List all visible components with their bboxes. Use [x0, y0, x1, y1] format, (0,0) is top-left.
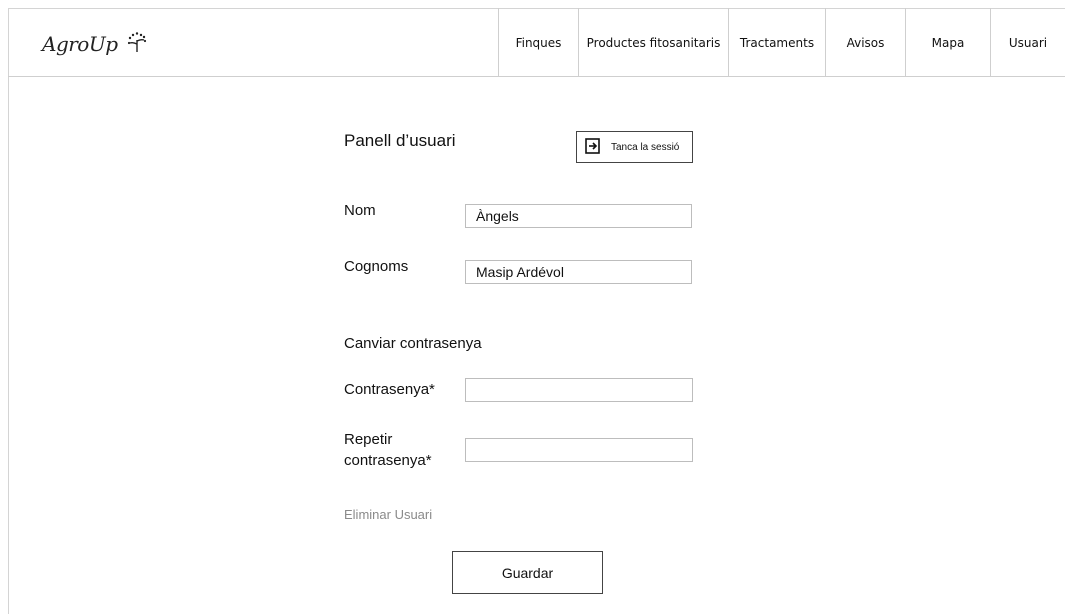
password-field[interactable]	[465, 378, 693, 402]
repeat-password-label-line2: contrasenya*	[344, 452, 432, 469]
logout-button[interactable]: Tanca la sessió	[576, 131, 693, 163]
cognoms-label: Cognoms	[344, 258, 409, 275]
nav-item-tractaments[interactable]: Tractaments	[728, 8, 825, 77]
save-button[interactable]: Guardar	[452, 551, 603, 594]
repeat-password-label-line1: Repetir	[344, 431, 393, 448]
nav-item-usuari[interactable]: Usuari	[990, 8, 1065, 77]
page-title: Panell d’usuari	[344, 131, 456, 150]
sprout-icon	[126, 31, 148, 57]
repeat-password-label: Repetir contrasenya*	[344, 429, 432, 471]
nav-item-productes-fitosanitaris[interactable]: Productes fitosanitaris	[578, 8, 728, 77]
nav-item-avisos[interactable]: Avisos	[825, 8, 905, 77]
brand-logo[interactable]: AgroUp	[42, 30, 148, 58]
nav-item-mapa[interactable]: Mapa	[905, 8, 990, 77]
nav-item-finques[interactable]: Finques	[498, 8, 578, 77]
nom-field[interactable]	[465, 204, 692, 228]
brand-name: AgroUp	[42, 32, 118, 56]
nom-label: Nom	[344, 202, 376, 219]
repeat-password-field[interactable]	[465, 438, 693, 462]
app-frame	[8, 8, 1065, 614]
password-label: Contrasenya*	[344, 381, 435, 398]
change-password-heading: Canviar contrasenya	[344, 335, 482, 352]
delete-user-link[interactable]: Eliminar Usuari	[344, 507, 432, 522]
logout-label: Tanca la sessió	[611, 141, 680, 153]
cognoms-field[interactable]	[465, 260, 692, 284]
logout-icon	[585, 137, 603, 157]
